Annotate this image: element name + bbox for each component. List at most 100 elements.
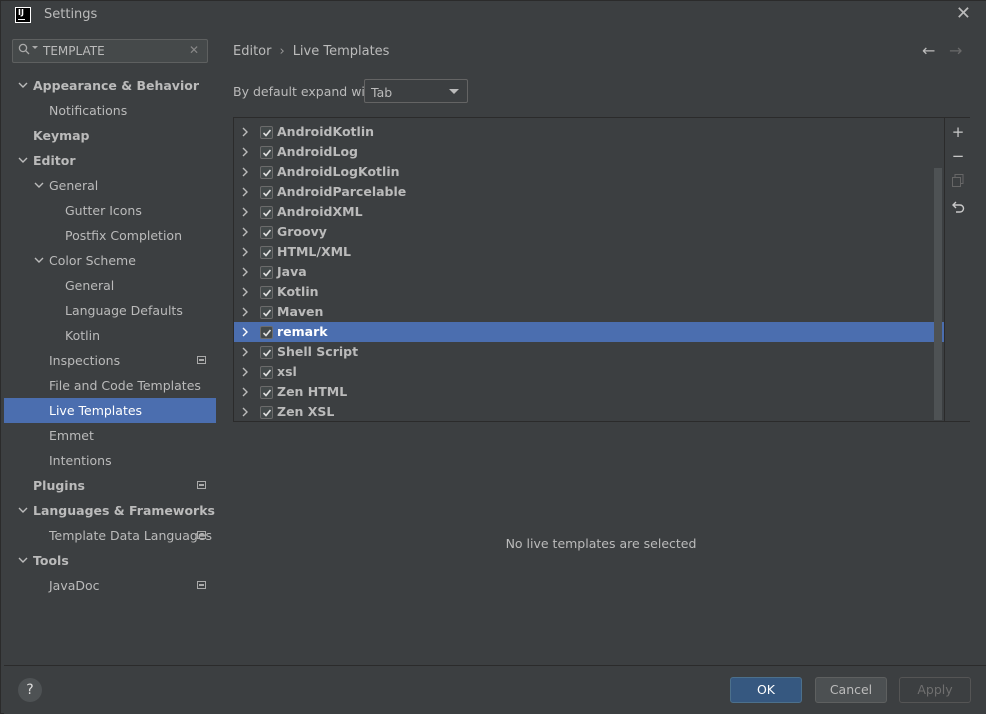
- chevron-right-icon[interactable]: [240, 242, 250, 262]
- template-group-checkbox[interactable]: [260, 306, 273, 319]
- template-group-checkbox[interactable]: [260, 286, 273, 299]
- template-group-row[interactable]: AndroidParcelable: [234, 182, 944, 202]
- template-group-checkbox[interactable]: [260, 146, 273, 159]
- sidebar-item[interactable]: Kotlin: [4, 323, 216, 348]
- chevron-down-icon[interactable]: [17, 148, 29, 173]
- template-group-label: AndroidParcelable: [277, 184, 407, 199]
- copy-icon[interactable]: [950, 174, 966, 190]
- template-group-checkbox[interactable]: [260, 186, 273, 199]
- chevron-right-icon[interactable]: [240, 142, 250, 162]
- breadcrumb-live-templates: Live Templates: [292, 44, 390, 59]
- template-group-row[interactable]: Maven: [234, 302, 944, 322]
- template-group-checkbox[interactable]: [260, 346, 273, 359]
- template-group-checkbox[interactable]: [260, 126, 273, 139]
- template-group-row[interactable]: Java: [234, 262, 944, 282]
- vertical-scrollbar[interactable]: [934, 168, 942, 420]
- chevron-down-icon[interactable]: [17, 498, 29, 523]
- template-group-row[interactable]: Shell Script: [234, 342, 944, 362]
- sidebar-item-label: Plugins: [33, 478, 85, 493]
- help-button[interactable]: ?: [18, 678, 42, 702]
- chevron-right-icon[interactable]: [240, 342, 250, 362]
- sidebar-item[interactable]: Emmet: [4, 423, 216, 448]
- chevron-right-icon[interactable]: [240, 162, 250, 182]
- template-group-checkbox[interactable]: [260, 266, 273, 279]
- project-settings-icon: [197, 356, 206, 364]
- template-group-row[interactable]: Groovy: [234, 222, 944, 242]
- search-input[interactable]: TEMPLATE ✕: [12, 39, 208, 63]
- template-group-row[interactable]: Zen HTML: [234, 382, 944, 402]
- template-group-row[interactable]: remark: [234, 322, 944, 342]
- sidebar-item-label: Emmet: [49, 428, 94, 443]
- chevron-right-icon[interactable]: [240, 122, 250, 142]
- back-arrow-icon[interactable]: ←: [922, 41, 935, 60]
- chevron-right-icon[interactable]: [240, 262, 250, 282]
- template-group-checkbox[interactable]: [260, 206, 273, 219]
- chevron-right-icon[interactable]: [240, 382, 250, 402]
- sidebar-item[interactable]: File and Code Templates: [4, 373, 216, 398]
- sidebar-item[interactable]: JavaDoc: [4, 573, 216, 598]
- template-group-row[interactable]: AndroidXML: [234, 202, 944, 222]
- template-group-label: Shell Script: [277, 344, 359, 359]
- template-group-checkbox[interactable]: [260, 406, 273, 419]
- template-group-checkbox[interactable]: [260, 366, 273, 379]
- chevron-down-icon[interactable]: [17, 73, 29, 98]
- close-icon[interactable]: ✕: [956, 5, 971, 23]
- template-group-checkbox[interactable]: [260, 226, 273, 239]
- sidebar-item[interactable]: Notifications: [4, 98, 216, 123]
- empty-selection-message: No live templates are selected: [505, 536, 697, 551]
- chevron-right-icon[interactable]: [240, 322, 250, 342]
- sidebar-item[interactable]: Color Scheme: [4, 248, 216, 273]
- sidebar-item[interactable]: Live Templates: [4, 398, 216, 423]
- checkmark-icon: [262, 149, 272, 157]
- template-group-row[interactable]: Zen XSL: [234, 402, 944, 422]
- sidebar-item[interactable]: Plugins: [4, 473, 216, 498]
- template-group-row[interactable]: Kotlin: [234, 282, 944, 302]
- sidebar-item[interactable]: General: [4, 273, 216, 298]
- breadcrumb-editor[interactable]: Editor: [233, 44, 271, 59]
- remove-icon[interactable]: −: [950, 148, 966, 164]
- forward-arrow-icon[interactable]: →: [949, 41, 962, 60]
- template-group-checkbox[interactable]: [260, 166, 273, 179]
- breadcrumb: Editor › Live Templates: [233, 44, 389, 59]
- sidebar-item[interactable]: Postfix Completion: [4, 223, 216, 248]
- sidebar-item[interactable]: Languages & Frameworks: [4, 498, 216, 523]
- cancel-button[interactable]: Cancel: [815, 677, 887, 703]
- apply-button[interactable]: Apply: [899, 677, 971, 703]
- ok-button[interactable]: OK: [730, 677, 802, 703]
- template-group-row[interactable]: xsl: [234, 362, 944, 382]
- sidebar-item[interactable]: Template Data Languages: [4, 523, 216, 548]
- chevron-right-icon[interactable]: [240, 202, 250, 222]
- chevron-right-icon[interactable]: [240, 282, 250, 302]
- sidebar-item[interactable]: Inspections: [4, 348, 216, 373]
- restore-defaults-icon[interactable]: [950, 200, 966, 216]
- sidebar-item[interactable]: General: [4, 173, 216, 198]
- clear-search-icon[interactable]: ✕: [189, 43, 199, 57]
- sidebar-item[interactable]: Appearance & Behavior: [4, 73, 216, 98]
- sidebar-item[interactable]: Tools: [4, 548, 216, 573]
- template-group-checkbox[interactable]: [260, 386, 273, 399]
- chevron-right-icon[interactable]: [240, 302, 250, 322]
- template-group-row[interactable]: AndroidKotlin: [234, 122, 944, 142]
- template-group-row[interactable]: HTML/XML: [234, 242, 944, 262]
- chevron-right-icon[interactable]: [240, 182, 250, 202]
- template-group-checkbox[interactable]: [260, 246, 273, 259]
- sidebar-item[interactable]: Language Defaults: [4, 298, 216, 323]
- expand-with-dropdown[interactable]: Tab: [364, 79, 468, 103]
- sidebar-item[interactable]: Keymap: [4, 123, 216, 148]
- sidebar-item[interactable]: Intentions: [4, 448, 216, 473]
- search-history-arrow-icon[interactable]: [32, 46, 38, 49]
- template-group-row[interactable]: AndroidLog: [234, 142, 944, 162]
- chevron-right-icon[interactable]: [240, 362, 250, 382]
- template-group-row[interactable]: AndroidLogKotlin: [234, 162, 944, 182]
- chevron-down-icon[interactable]: [33, 248, 45, 273]
- template-group-label: AndroidLog: [277, 144, 359, 159]
- intellij-logo-icon: IJ: [15, 7, 31, 23]
- chevron-down-icon[interactable]: [17, 548, 29, 573]
- chevron-down-icon[interactable]: [33, 173, 45, 198]
- sidebar-item[interactable]: Gutter Icons: [4, 198, 216, 223]
- template-group-checkbox[interactable]: [260, 326, 273, 339]
- chevron-right-icon[interactable]: [240, 402, 250, 422]
- add-icon[interactable]: +: [950, 124, 966, 140]
- chevron-right-icon[interactable]: [240, 222, 250, 242]
- sidebar-item[interactable]: Editor: [4, 148, 216, 173]
